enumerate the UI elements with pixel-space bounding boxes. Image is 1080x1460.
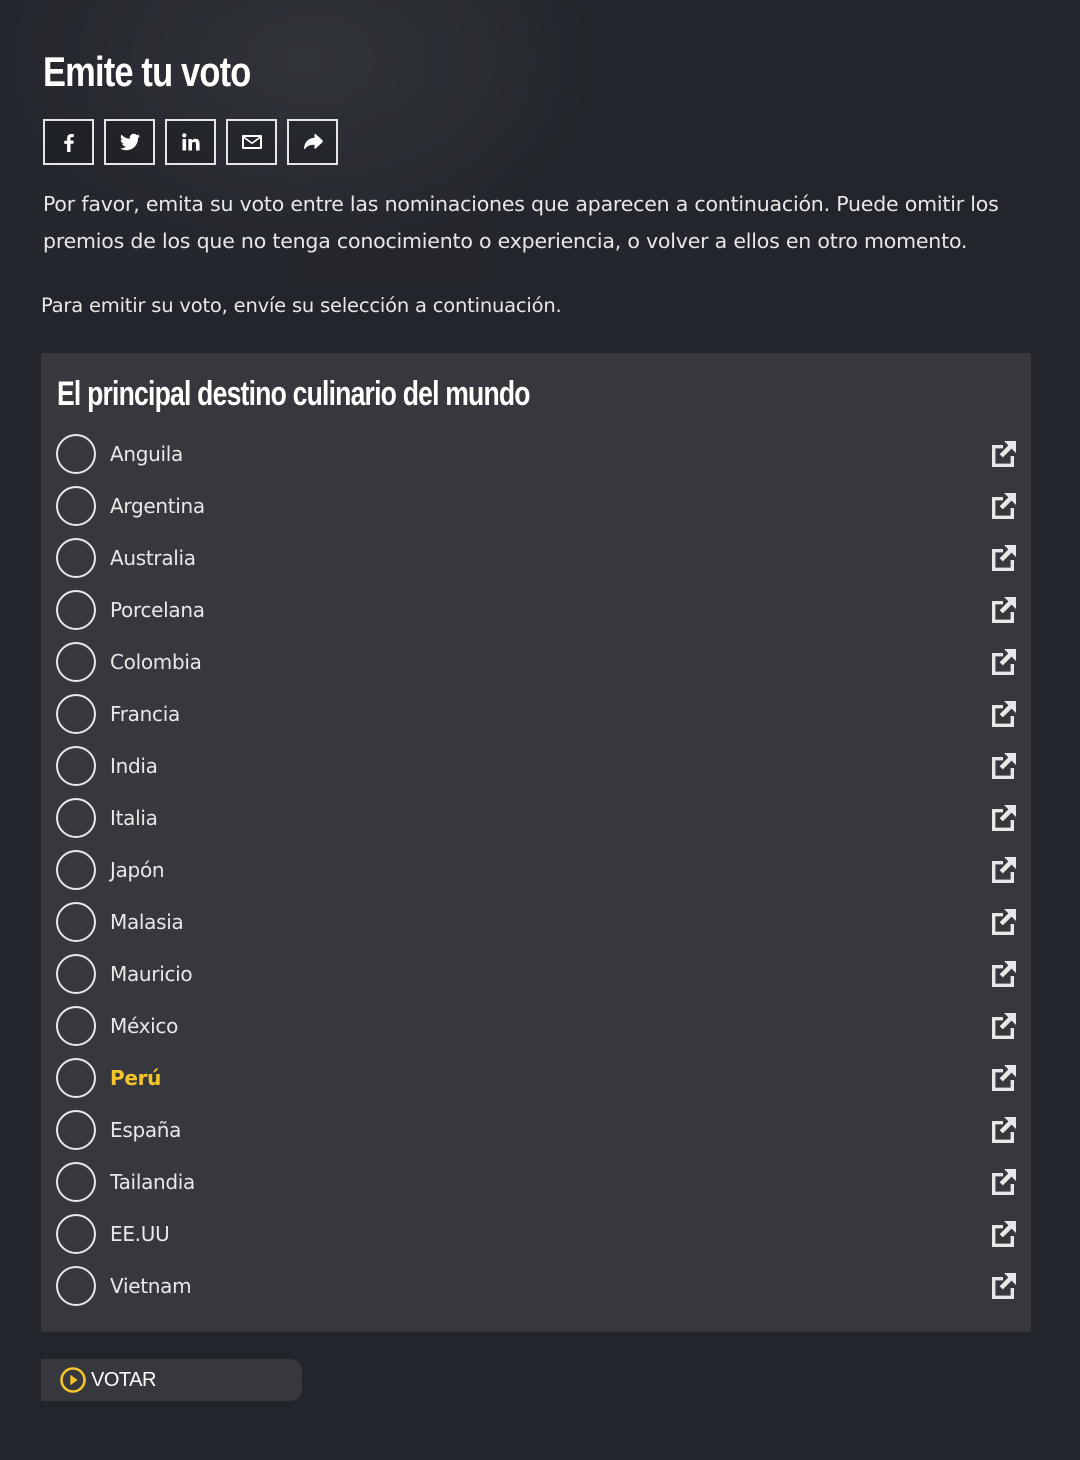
radio-button[interactable] <box>56 694 96 734</box>
external-link-icon[interactable] <box>985 644 1021 680</box>
radio-button[interactable] <box>56 1058 96 1098</box>
radio-button[interactable] <box>56 642 96 682</box>
nominee-label: Japón <box>110 858 165 882</box>
play-circle-icon <box>60 1367 86 1393</box>
external-link-icon[interactable] <box>985 1268 1021 1304</box>
nominee-option[interactable]: Vietnam <box>56 1260 1021 1312</box>
radio-button[interactable] <box>56 1214 96 1254</box>
external-link-icon[interactable] <box>985 800 1021 836</box>
page: Emite tu voto Por favor, emita su voto e… <box>0 0 1080 1460</box>
linkedin-share-button[interactable] <box>165 119 216 165</box>
external-link-icon[interactable] <box>985 1216 1021 1252</box>
mail-icon <box>241 135 262 149</box>
category-title: El principal destino culinario del mundo <box>57 375 531 413</box>
share-icon <box>303 133 323 150</box>
linkedin-icon <box>181 133 200 151</box>
external-link-icon[interactable] <box>985 1060 1021 1096</box>
radio-button[interactable] <box>56 1006 96 1046</box>
radio-button[interactable] <box>56 1266 96 1306</box>
nominee-option[interactable]: Argentina <box>56 480 1021 532</box>
nominee-label: Australia <box>110 546 196 570</box>
external-link-icon[interactable] <box>985 436 1021 472</box>
nominee-option[interactable]: Malasia <box>56 896 1021 948</box>
nominee-option[interactable]: Colombia <box>56 636 1021 688</box>
nominee-label: Mauricio <box>110 962 193 986</box>
external-link-icon[interactable] <box>985 540 1021 576</box>
submit-hint: Para emitir su voto, envíe su selección … <box>41 294 562 317</box>
intro-text: Por favor, emita su voto entre las nomin… <box>43 192 999 253</box>
nominee-option[interactable]: Anguila <box>56 428 1021 480</box>
nominee-label: Anguila <box>110 442 183 466</box>
nominee-option[interactable]: Perú <box>56 1052 1021 1104</box>
nominee-option[interactable]: Tailandia <box>56 1156 1021 1208</box>
external-link-icon[interactable] <box>985 1112 1021 1148</box>
nominee-label: Perú <box>110 1066 162 1090</box>
page-title: Emite tu voto <box>43 48 251 95</box>
radio-button[interactable] <box>56 538 96 578</box>
nominee-label: Malasia <box>110 910 184 934</box>
nominee-label: Italia <box>110 806 158 830</box>
share-button[interactable] <box>287 119 338 165</box>
category-panel: El principal destino culinario del mundo… <box>41 353 1031 1332</box>
radio-button[interactable] <box>56 1162 96 1202</box>
vote-button[interactable]: VOTAR <box>41 1359 302 1401</box>
nominee-label: Francia <box>110 702 180 726</box>
radio-button[interactable] <box>56 590 96 630</box>
facebook-share-button[interactable] <box>43 119 94 165</box>
nominee-label: India <box>110 754 158 778</box>
nominee-label: EE.UU <box>110 1222 170 1246</box>
external-link-icon[interactable] <box>985 904 1021 940</box>
radio-button[interactable] <box>56 798 96 838</box>
nominee-option[interactable]: Mauricio <box>56 948 1021 1000</box>
radio-button[interactable] <box>56 954 96 994</box>
nominee-option[interactable]: México <box>56 1000 1021 1052</box>
nominee-label: México <box>110 1014 179 1038</box>
external-link-icon[interactable] <box>985 748 1021 784</box>
external-link-icon[interactable] <box>985 1164 1021 1200</box>
radio-button[interactable] <box>56 902 96 942</box>
nominee-option[interactable]: Italia <box>56 792 1021 844</box>
nominee-label: Vietnam <box>110 1274 192 1298</box>
nominee-option[interactable]: Francia <box>56 688 1021 740</box>
share-bar <box>43 119 338 165</box>
external-link-icon[interactable] <box>985 956 1021 992</box>
nominee-label: Tailandia <box>110 1170 196 1194</box>
radio-button[interactable] <box>56 1110 96 1150</box>
nominee-label: Porcelana <box>110 598 205 622</box>
radio-button[interactable] <box>56 486 96 526</box>
nominee-option[interactable]: España <box>56 1104 1021 1156</box>
nominee-label: Colombia <box>110 650 202 674</box>
nominee-option[interactable]: Porcelana <box>56 584 1021 636</box>
external-link-icon[interactable] <box>985 592 1021 628</box>
nominee-option[interactable]: India <box>56 740 1021 792</box>
external-link-icon[interactable] <box>985 1008 1021 1044</box>
radio-button[interactable] <box>56 434 96 474</box>
external-link-icon[interactable] <box>985 488 1021 524</box>
facebook-icon <box>63 134 74 152</box>
nominee-option[interactable]: EE.UU <box>56 1208 1021 1260</box>
nominee-label: Argentina <box>110 494 205 518</box>
nominee-option[interactable]: Australia <box>56 532 1021 584</box>
external-link-icon[interactable] <box>985 696 1021 732</box>
radio-button[interactable] <box>56 850 96 890</box>
nominee-label: España <box>110 1118 182 1142</box>
twitter-icon <box>119 133 140 151</box>
nominee-option[interactable]: Japón <box>56 844 1021 896</box>
external-link-icon[interactable] <box>985 852 1021 888</box>
options-list: Anguila Argentina Australia Porcelana Colomb… <box>56 428 1021 1312</box>
twitter-share-button[interactable] <box>104 119 155 165</box>
radio-button[interactable] <box>56 746 96 786</box>
email-share-button[interactable] <box>226 119 277 165</box>
vote-button-label: VOTAR <box>91 1368 156 1391</box>
